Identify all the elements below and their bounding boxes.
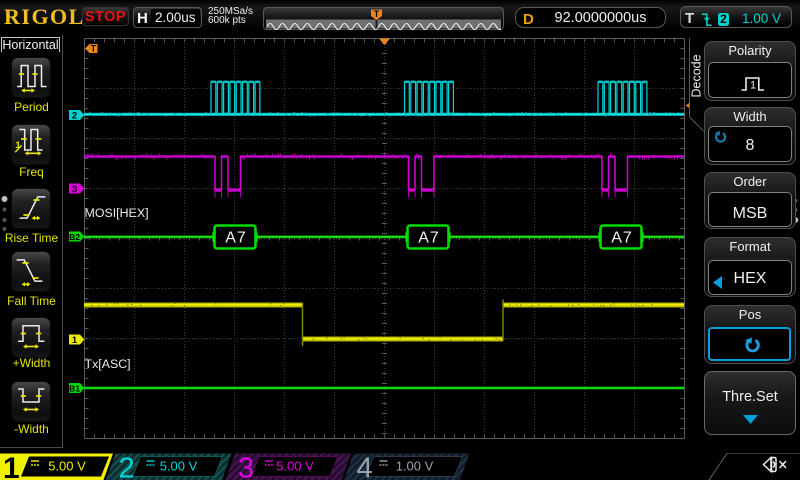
svg-text:4: 4 <box>357 453 373 480</box>
svg-text:1: 1 <box>72 335 78 346</box>
svg-text:T: T <box>374 9 380 19</box>
svg-text:3: 3 <box>238 453 254 480</box>
svg-text:5.00 V: 5.00 V <box>48 459 86 474</box>
svg-text:1.00 V: 1.00 V <box>396 459 434 474</box>
svg-text:2: 2 <box>119 453 135 480</box>
svg-text:1: 1 <box>750 80 756 92</box>
svg-text:A7: A7 <box>418 230 440 247</box>
svg-text:A7: A7 <box>611 230 633 247</box>
svg-text:5.00 V: 5.00 V <box>276 459 314 474</box>
svg-text:Tx[ASC]: Tx[ASC] <box>85 357 131 371</box>
svg-text:3: 3 <box>72 184 77 195</box>
svg-text:A7: A7 <box>225 230 247 247</box>
svg-text:Decode: Decode <box>690 54 704 97</box>
svg-text:5.00 V: 5.00 V <box>160 459 198 474</box>
svg-text:MOSI[HEX]: MOSI[HEX] <box>85 206 149 220</box>
svg-text:1: 1 <box>3 452 20 480</box>
svg-text:B2: B2 <box>69 232 80 242</box>
svg-text:T: T <box>91 44 97 54</box>
svg-text:2: 2 <box>72 110 77 121</box>
svg-text:B1: B1 <box>69 383 80 393</box>
